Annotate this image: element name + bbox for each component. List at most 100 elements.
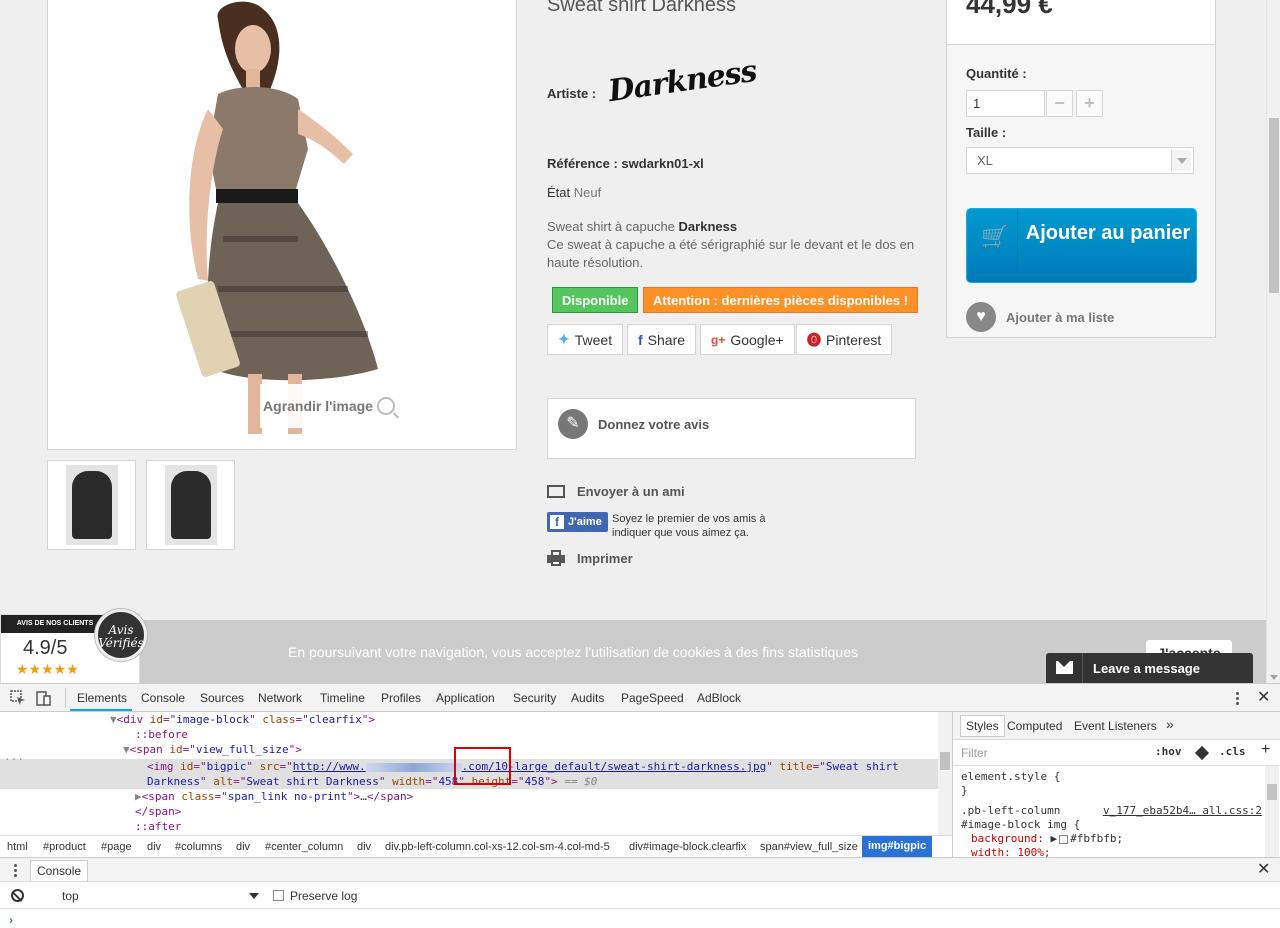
dom-node-span-link[interactable]: ▶<span class="span_link no-print">…</spa… [135, 789, 413, 804]
tab-network[interactable]: Network [258, 691, 302, 705]
console-toolbar: top Preserve log [0, 882, 1280, 909]
breadcrumb-item[interactable]: div [147, 841, 161, 853]
artiste-label: Artiste : [547, 86, 597, 101]
print-link[interactable]: Imprimer [547, 550, 633, 566]
drawer-menu-icon[interactable] [14, 869, 17, 872]
elements-scrollbar[interactable] [938, 712, 952, 835]
send-to-friend-link[interactable]: Envoyer à un ami [547, 484, 685, 499]
scrollbar-thumb[interactable] [1269, 118, 1279, 293]
console-prompt[interactable]: › [9, 913, 13, 927]
dom-node-img[interactable]: <img id="bigpic" src="http://www. .com/10… [147, 759, 899, 774]
dom-pseudo-before[interactable]: ::before [135, 727, 188, 742]
breadcrumb-item[interactable]: #columns [175, 841, 222, 853]
dom-node-div[interactable]: ▼<div id="image-block" class="clearfix"> [110, 712, 375, 727]
rule-selector-2[interactable]: #image-block img { [961, 818, 1080, 831]
device-toolbar-icon[interactable] [35, 690, 51, 706]
thumbnail-2[interactable] [146, 460, 235, 550]
clear-console-icon[interactable] [11, 889, 24, 902]
element-style-rule[interactable]: element.style { [961, 770, 1060, 783]
close-devtools-icon[interactable]: ✕ [1257, 690, 1270, 706]
more-tabs-icon[interactable]: » [1166, 716, 1174, 732]
condition-value: Neuf [573, 185, 602, 200]
tab-profiles[interactable]: Profiles [381, 691, 421, 705]
styles-scrollbar[interactable] [1265, 766, 1279, 860]
close-drawer-icon[interactable]: ✕ [1257, 862, 1270, 878]
tab-elements[interactable]: Elements [77, 691, 127, 705]
styles-tabs: Styles Computed Event Listeners » [953, 712, 1280, 740]
quantity-minus-button[interactable]: − [1046, 90, 1073, 117]
tab-event-listeners[interactable]: Event Listeners [1074, 719, 1157, 733]
facebook-like-text: Soyez le premier de vos amis à indiquer … [612, 513, 766, 539]
dom-pseudo-after[interactable]: ::after [135, 819, 181, 834]
dom-breadcrumb: html #product #page div #columns div #ce… [0, 835, 952, 857]
zoom-label: Agrandir l'image [263, 398, 373, 414]
style-prop-background[interactable]: background: ▶ #fbfbfb; [971, 832, 1123, 845]
size-select[interactable]: XL [966, 147, 1194, 174]
pencil-icon: ✎ [558, 409, 588, 439]
tab-styles[interactable]: Styles [960, 715, 1005, 737]
tab-application[interactable]: Application [436, 691, 495, 705]
inspect-element-icon[interactable] [10, 690, 26, 706]
pinterest-button[interactable]: ⓿ Pinterest [796, 324, 893, 355]
write-review-button[interactable]: ✎ Donnez votre avis [547, 398, 916, 459]
reviews-widget[interactable]: AVIS DE NOS CLIENTS 4.9/5 ★★★★★ Avis Vér… [0, 609, 147, 683]
zoom-button[interactable]: Agrandir l'image [260, 384, 398, 428]
reviews-widget-header: AVIS DE NOS CLIENTS [1, 615, 109, 633]
styles-pane: Styles Computed Event Listeners » Filter… [952, 712, 1280, 860]
cls-toggle[interactable]: .cls [1219, 745, 1246, 758]
leave-message-button[interactable]: Leave a message [1046, 653, 1253, 683]
hov-toggle[interactable]: :hov [1155, 745, 1182, 758]
breadcrumb-item[interactable]: div [357, 841, 371, 853]
facebook-share-button[interactable]: f Share [627, 324, 697, 355]
tab-audits[interactable]: Audits [571, 691, 604, 705]
model-photo [176, 1, 378, 434]
tab-timeline[interactable]: Timeline [320, 691, 365, 705]
more-options-icon[interactable] [1236, 697, 1239, 700]
dom-node-span-close[interactable]: </span> [135, 804, 181, 819]
tab-adblock[interactable]: AdBlock [697, 691, 741, 705]
thumbnail-1[interactable] [47, 460, 136, 550]
new-rule-icon[interactable]: + [1261, 741, 1270, 759]
breadcrumb-item-selected[interactable]: img#bigpic [862, 836, 933, 857]
breadcrumb-item[interactable]: html [7, 841, 28, 853]
artist-logo[interactable]: Darkness [606, 54, 758, 109]
chevron-down-icon[interactable] [249, 893, 259, 899]
tab-computed[interactable]: Computed [1007, 719, 1062, 733]
tab-pagespeed[interactable]: PageSpeed [621, 691, 684, 705]
google-plus-button[interactable]: g+ Google+ [700, 324, 795, 355]
tweet-button[interactable]: ✦ Tweet [547, 324, 624, 355]
dom-node-span[interactable]: ▼<span id="view_full_size"> [123, 742, 302, 757]
leave-message-label: Leave a message [1093, 661, 1200, 676]
tab-console[interactable]: Console [141, 691, 185, 705]
product-main-image[interactable]: Agrandir l'image [47, 0, 517, 450]
preserve-log-checkbox[interactable] [273, 890, 284, 901]
breadcrumb-item[interactable]: #page [101, 841, 132, 853]
breadcrumb-item[interactable]: div.pb-left-column.col-xs-12.col-sm-4.co… [385, 841, 610, 853]
breadcrumb-item[interactable]: div [236, 841, 250, 853]
rating-stars: ★★★★★ [16, 661, 79, 677]
facebook-like-button[interactable]: f J'aime [547, 512, 608, 532]
quantity-input[interactable]: 1 [966, 90, 1045, 117]
facebook-icon: f [638, 331, 643, 348]
rule-source-link[interactable]: v_177_eba52b4… all.css:2 [1103, 804, 1262, 817]
context-selector[interactable]: top [62, 889, 79, 903]
breadcrumb-item[interactable]: div#image-block.clearfix [629, 841, 746, 853]
scroll-down-arrow[interactable] [1270, 675, 1278, 680]
color-swatch[interactable] [1059, 834, 1069, 844]
rule-selector[interactable]: .pb-left-column [961, 804, 1060, 817]
breadcrumb-item[interactable]: #product [43, 841, 86, 853]
styles-filter-input[interactable]: Filter [961, 746, 988, 760]
breadcrumb-item[interactable]: span#view_full_size [760, 841, 858, 853]
product-reference: Référence : swdarkn01-xl [547, 156, 704, 171]
add-to-cart-button[interactable]: 🛒 Ajouter au panier [966, 208, 1197, 283]
color-format-icon[interactable] [1194, 745, 1210, 761]
tab-sources[interactable]: Sources [200, 691, 244, 705]
add-to-wishlist-link[interactable]: ♥ Ajouter à ma liste [966, 302, 1114, 332]
breadcrumb-item[interactable]: #center_column [265, 841, 343, 853]
tab-security[interactable]: Security [513, 691, 556, 705]
page-scrollbar[interactable] [1266, 0, 1280, 683]
quantity-plus-button[interactable]: + [1076, 90, 1103, 117]
styles-rules[interactable]: element.style { } .pb-left-column v_177_… [953, 766, 1265, 860]
dom-node-img-cont[interactable]: Darkness" alt="Sweat shirt Darkness" wid… [147, 774, 597, 789]
drawer-tab-console[interactable]: Console [30, 860, 89, 881]
